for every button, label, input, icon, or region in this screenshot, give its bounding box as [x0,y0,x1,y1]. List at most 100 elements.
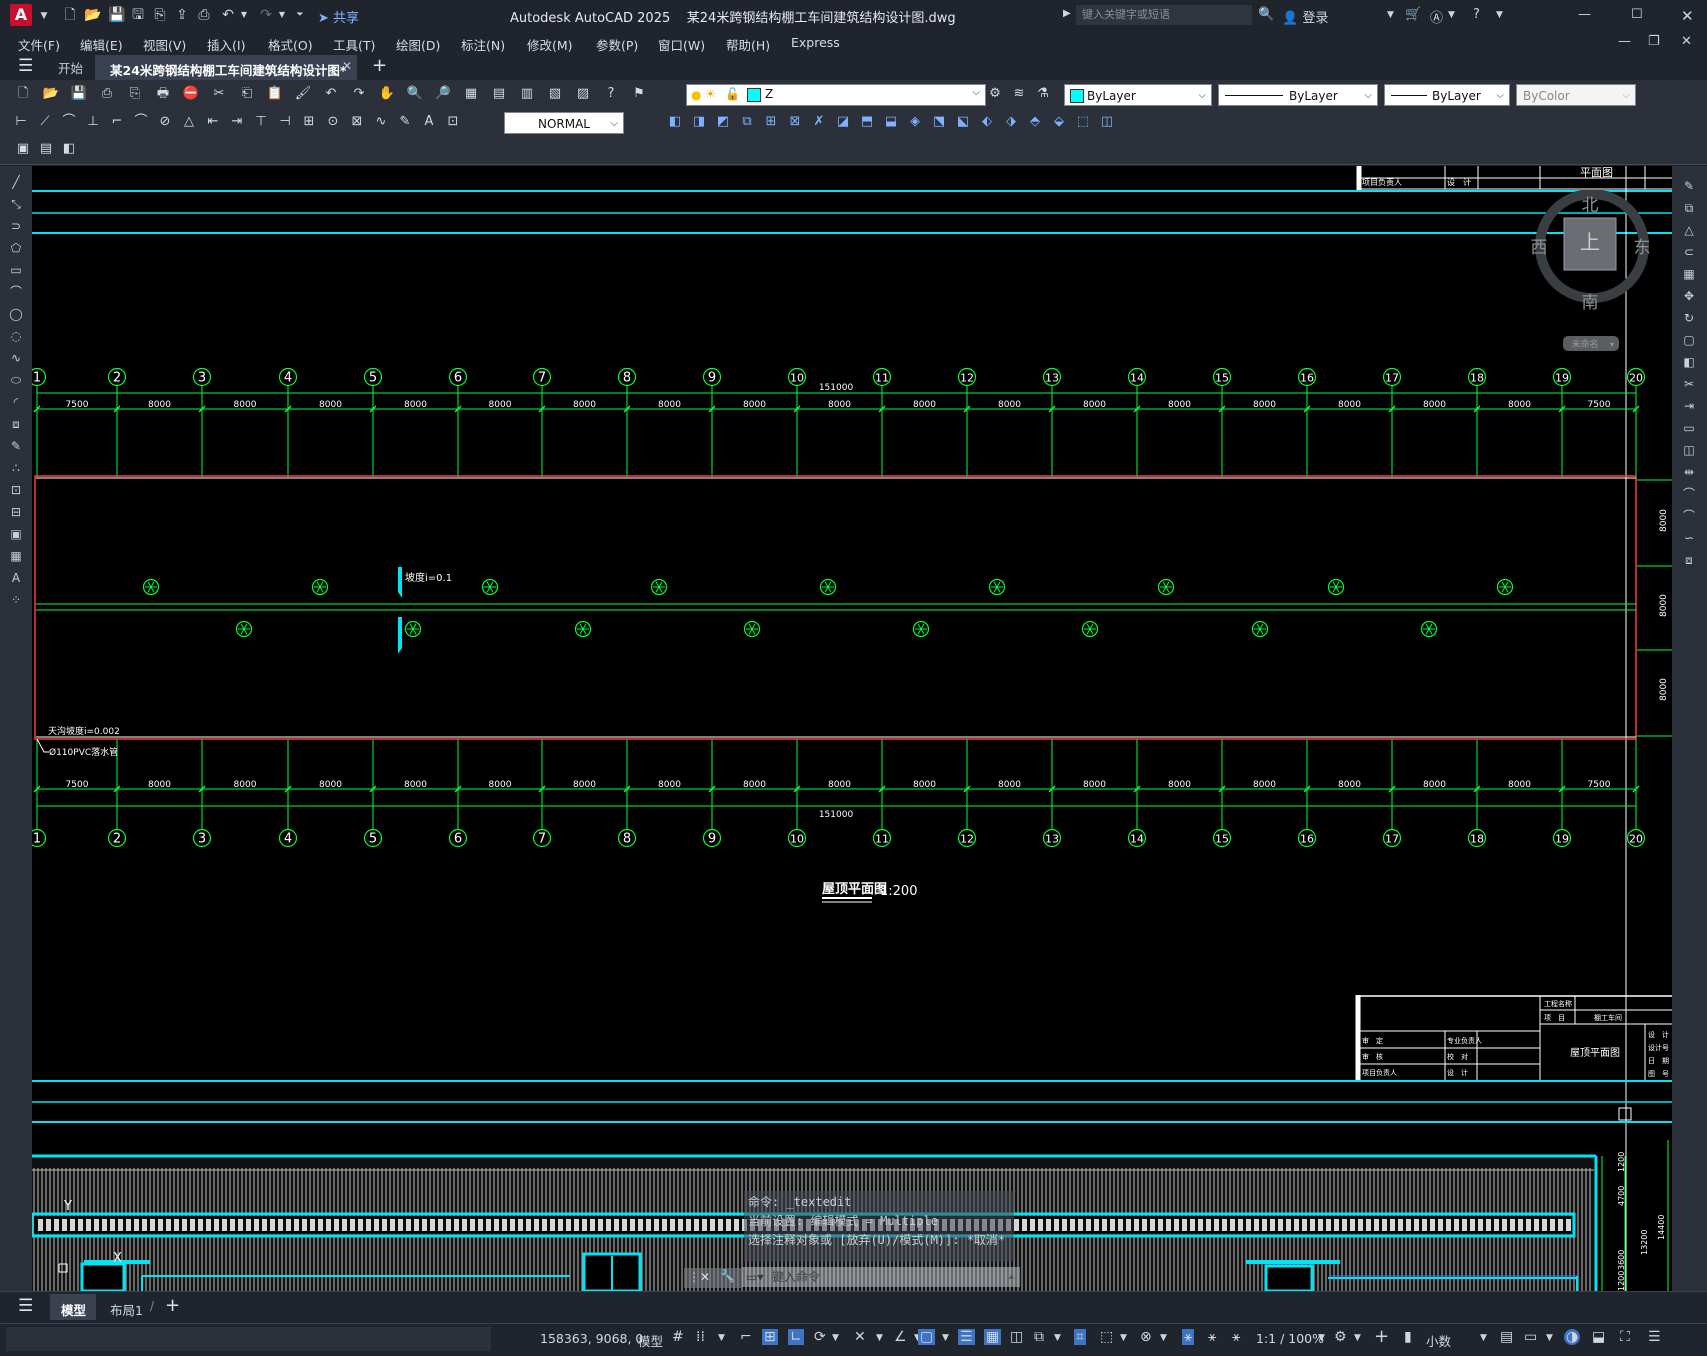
draw-tool-icon[interactable]: ⊃ [5,216,27,236]
draw-tool-icon[interactable]: ⤡ [5,194,27,214]
text-style-dropdown[interactable]: NORMAL ⌵ [504,112,624,134]
toolbar-tool-icon[interactable]: ⎘ [126,85,144,103]
viewcube[interactable]: 上 北 南 东 西 未命名 ▾ [1530,190,1655,360]
snap-grid-icon[interactable]: ⁞⁞ [696,1329,705,1345]
layer-tool-icon[interactable]: ⚗ [1034,85,1052,103]
toolbar-tool-icon[interactable]: 🗋 [14,85,32,103]
coordinate-readout[interactable]: 158363, 9068, 0 [540,1331,643,1346]
layer-dropdown[interactable]: ● ☀ 🔓 Z ⌵ [686,84,986,106]
isodraft-dropdown-icon[interactable]: ▼ [876,1333,883,1343]
hamburger-menu-icon[interactable]: ☰ [18,56,33,76]
toolbar-tool-icon[interactable]: 📂 [42,85,60,103]
tab-start[interactable]: 开始 [58,58,83,77]
command-drag-handle-icon[interactable]: ⋮ [688,1270,700,1284]
customization-icon[interactable]: ☰ [1648,1329,1661,1345]
menu-window[interactable]: 窗口(W) [658,35,705,54]
dimension-tool-icon[interactable]: ⌒ [60,113,78,131]
viewcube-north[interactable]: 北 [1582,195,1599,215]
clean-screen-icon[interactable]: ⛶ [1620,1329,1630,1345]
draw-tool-icon[interactable]: ⊟ [5,502,27,522]
dimension-tool-icon[interactable]: ⇤ [204,113,222,131]
close-window-icon[interactable]: ✕ [1681,7,1694,25]
toolbar-tool-icon[interactable]: ↶ [322,85,340,103]
redo-dropdown-icon[interactable]: ▼ [274,7,290,23]
modify-tool-icon[interactable]: ▦ [1678,264,1700,284]
modify-tool-icon[interactable]: ◪ [834,113,852,131]
snap-dropdown-icon[interactable]: ▼ [718,1333,725,1343]
modify-tool-icon[interactable]: ◫ [1098,113,1116,131]
draw-tool-icon[interactable]: ∴ [5,458,27,478]
draw-tool-icon[interactable]: ⧈ [5,414,27,434]
toolbar-tool-icon[interactable]: ▦ [462,85,480,103]
dimension-tool-icon[interactable]: ⊡ [444,113,462,131]
annotation-monitor-icon[interactable]: + [1374,1326,1389,1347]
draw-tool-icon[interactable]: A [5,568,27,588]
draw-tool-icon[interactable]: ⌒ [5,282,27,302]
modify-tool-icon[interactable]: ⇥ [1678,396,1700,416]
modify-tool-icon[interactable]: ⧉ [1678,198,1700,218]
modify-tool-icon[interactable]: ▭ [1678,418,1700,438]
toolbar-tool-icon[interactable]: 📋 [266,85,284,103]
modify-tool-icon[interactable]: ▢ [1678,330,1700,350]
graphics-performance-icon[interactable]: ⬓ [1592,1329,1605,1345]
layer-tool-icon[interactable]: ≋ [1010,85,1028,103]
modify-tool-icon[interactable]: ✥ [1678,286,1700,306]
help-dropdown-icon[interactable]: ▼ [1496,10,1503,20]
3d-osnap-dropdown-icon[interactable]: ▼ [1054,1333,1061,1343]
annotation-visibility-icon[interactable]: ⚹ [1182,1329,1195,1345]
transparency-icon[interactable]: ▦ [984,1329,1002,1345]
modify-tool-icon[interactable]: ⬚ [1074,113,1092,131]
draw-tool-icon[interactable]: ⊡ [5,480,27,500]
draw-tool-icon[interactable]: ◌ [5,326,27,346]
account-dropdown-icon[interactable]: ▼ [1387,10,1394,20]
app-menu-chevron-icon[interactable]: ▼ [36,8,52,24]
tab-layout1[interactable]: 布局1 [110,1300,143,1319]
dimension-tool-icon[interactable]: ⊤ [252,113,270,131]
modify-tool-icon[interactable]: ◈ [906,113,924,131]
selection-cycling-icon[interactable]: ◫ [1010,1329,1023,1345]
menu-parametric[interactable]: 参数(P) [596,35,638,54]
draw-tool-icon[interactable]: ╱ [5,172,27,192]
search-icon[interactable]: 🔍 [1258,7,1274,22]
dimension-tool-icon[interactable]: ✎ [396,113,414,131]
app-dropdown-icon[interactable]: ▼ [1448,10,1455,20]
object-snap-tracking-icon[interactable]: ∠ [894,1329,907,1345]
dimension-tool-icon[interactable]: △ [180,113,198,131]
infer-constraints-icon[interactable]: ⌐ [740,1329,752,1345]
modify-tool-icon[interactable]: ⬕ [954,113,972,131]
selection-filter-icon[interactable]: ⬚ [1100,1329,1113,1345]
undo-dropdown-icon[interactable]: ▼ [236,7,252,23]
menu-format[interactable]: 格式(O) [268,35,313,54]
modify-tool-icon[interactable]: ⊞ [762,113,780,131]
draw-tool-icon[interactable]: ▭ [5,260,27,280]
modify-tool-icon[interactable]: ◩ [714,113,732,131]
undo-icon[interactable]: ↶ [220,7,236,23]
search-expand-icon[interactable]: ▶ [1063,8,1071,19]
minimize-window-icon[interactable]: — [1578,7,1591,22]
menu-edit[interactable]: 编辑(E) [80,35,123,54]
draw-tool-icon[interactable]: ▦ [5,546,27,566]
workspace-dropdown-icon[interactable]: ▼ [1354,1333,1361,1343]
isolate-objects-icon[interactable]: ◑ [1564,1329,1581,1345]
grip-square[interactable] [1618,1107,1632,1121]
lineweight-display-icon[interactable]: ☰ [958,1329,975,1345]
toolbar-tool-icon[interactable]: ? [602,85,620,103]
dimension-tool-icon[interactable]: ⌒ [132,113,150,131]
modify-tool-icon[interactable]: ◧ [666,113,684,131]
color-dropdown[interactable]: ByLayer ⌵ [1064,84,1212,106]
app-logo[interactable]: A [10,4,32,26]
doc-minimize-icon[interactable]: — [1618,34,1631,49]
dimension-tool-icon[interactable]: ⊠ [348,113,366,131]
login-button[interactable]: 👤 登录 [1282,7,1328,26]
doc-close-icon[interactable]: ✕ [1681,34,1692,49]
layout-menu-icon[interactable]: ☰ [18,1296,33,1316]
menu-draw[interactable]: 绘图(D) [396,35,440,54]
gizmo-icon[interactable]: ⊗ [1140,1329,1152,1345]
cart-icon[interactable]: 🛒 [1405,7,1421,22]
workspace-gear-icon[interactable]: ⚙ [1334,1329,1347,1345]
annotation-scale-icon[interactable]: ⚹ [1232,1329,1240,1345]
command-history-toggle-icon[interactable]: ▴ [1009,1267,1014,1287]
dimension-tool-icon[interactable]: ⊢ [12,113,30,131]
toolbar-tool-icon[interactable]: 🖶 [154,85,172,103]
toolbar-tool-icon[interactable]: ✂ [210,85,228,103]
